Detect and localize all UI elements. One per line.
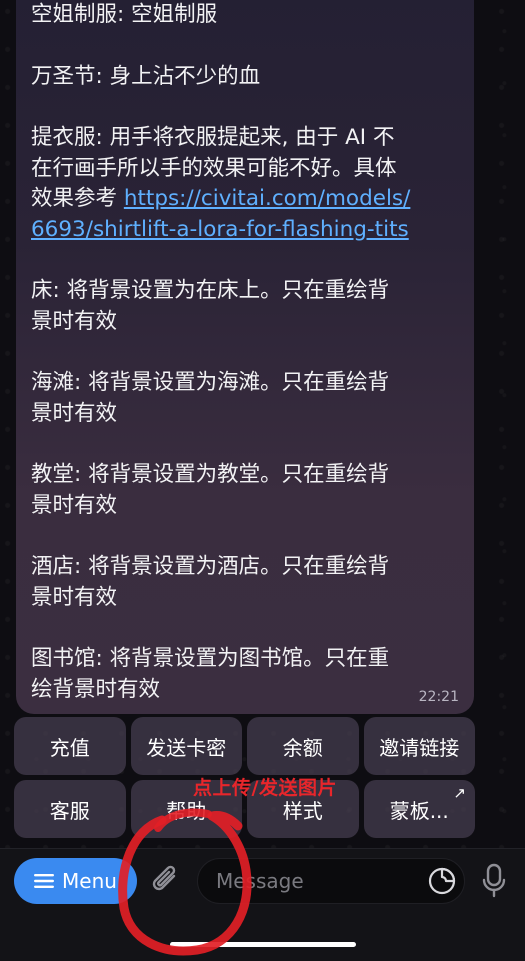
message-line: 海滩: 将背景设置为海滩。只在重绘背	[31, 370, 390, 395]
message-line: 教堂: 将背景设置为教堂。只在重绘背	[31, 462, 390, 487]
civitai-link[interactable]: https://civitai.com/models/	[124, 186, 411, 211]
keyboard-button-customer-service[interactable]: 客服	[14, 780, 126, 838]
keyboard-button-send-card-key[interactable]: 发送卡密	[130, 717, 242, 775]
message-text: 空姐制服: 空姐制服万圣节: 身上沾不少的血提衣服: 用手将衣服提起来, 由于 …	[31, 0, 451, 705]
keyboard-button-recharge[interactable]: 充值	[14, 717, 126, 775]
keyboard-button-mask-label: 蒙板...	[389, 798, 449, 823]
menu-button-label: Menu	[62, 869, 117, 893]
message-line: 提衣服: 用手将衣服提起来, 由于 AI 不	[31, 125, 395, 150]
message-line: 绘背景时有效	[31, 676, 161, 702]
microphone-icon[interactable]	[482, 862, 506, 900]
message-line: 图书馆: 将背景设置为图书馆。只在重	[31, 646, 390, 671]
keyboard-button-mask[interactable]: 蒙板... ↗	[363, 780, 475, 838]
message-line: 景时有效	[31, 584, 118, 610]
message-line: 6693/shirtlift-a-lora-for-flashing-tits	[31, 215, 451, 246]
message-line: 景时有效	[31, 308, 118, 334]
message-line: 酒店: 将背景设置为酒店。只在重绘背	[31, 554, 390, 579]
link-prefix: 效果参考	[31, 186, 124, 211]
message-line: 效果参考 https://civitai.com/models/	[31, 184, 451, 215]
message-line: 空姐制服: 空姐制服	[31, 2, 218, 27]
annotation-text: 点上传/发送图片	[193, 777, 337, 799]
keyboard-button-invite-link[interactable]: 邀请链接	[363, 717, 475, 775]
arrow-up-right-icon: ↗	[453, 784, 466, 802]
menu-lines-icon	[34, 874, 55, 888]
message-line: 在行画手所以手的效果可能不好。具体	[31, 155, 397, 181]
message-line: 床: 将背景设置为在床上。只在重绘背	[31, 278, 390, 303]
message-line: 景时有效	[31, 492, 118, 518]
message-line: 万圣节: 身上沾不少的血	[31, 63, 261, 89]
message-time: 22:21	[418, 689, 459, 705]
annotation-circle	[118, 808, 252, 956]
reply-keyboard-row-1: 充值 发送卡密 余额 邀请链接	[14, 717, 475, 775]
civitai-link[interactable]: 6693/shirtlift-a-lora-for-flashing-tits	[31, 217, 409, 242]
keyboard-button-balance[interactable]: 余额	[247, 717, 359, 775]
sticker-icon[interactable]	[428, 867, 456, 895]
message-line: 景时有效	[31, 400, 118, 426]
